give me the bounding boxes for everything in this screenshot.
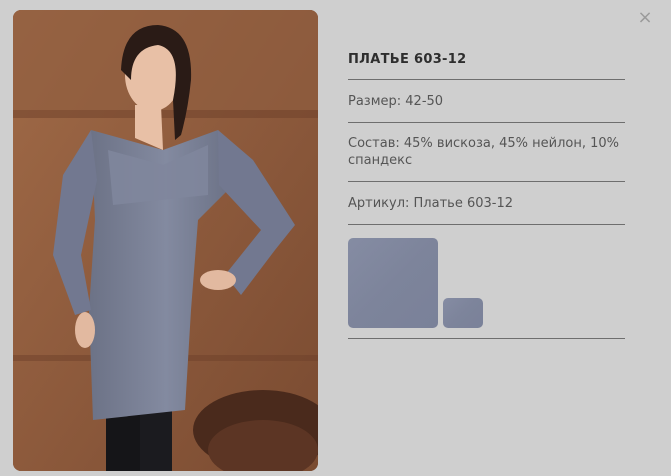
color-swatch-large[interactable] [348, 238, 438, 328]
color-swatch-small[interactable] [443, 298, 483, 328]
article-field: Артикул: Платье 603-12 [348, 182, 625, 225]
product-photo [13, 10, 318, 471]
size-field: Размер: 42-50 [348, 80, 625, 123]
close-button[interactable]: × [637, 7, 653, 28]
product-title: ПЛАТЬЕ 603-12 [348, 46, 625, 80]
composition-field: Состав: 45% вискоза, 45% нейлон, 10% спа… [348, 123, 625, 182]
close-icon: × [637, 7, 653, 28]
product-info: ПЛАТЬЕ 603-12 Размер: 42-50 Состав: 45% … [348, 46, 625, 339]
color-swatches [348, 225, 625, 339]
